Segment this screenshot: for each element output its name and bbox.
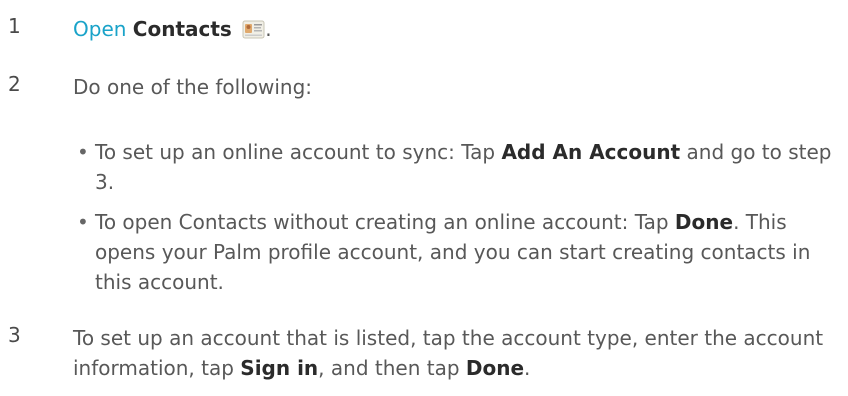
list-item: • To open Contacts without creating an o… — [73, 207, 833, 297]
open-link[interactable]: Open — [73, 17, 126, 41]
step-text-part: , and then tap — [318, 356, 466, 380]
contacts-app-name: Contacts — [132, 17, 232, 41]
contacts-app-icon — [242, 17, 265, 39]
bullet-bold: Add An Account — [501, 140, 681, 164]
step-number: 3 — [8, 323, 21, 347]
step-text-part: . — [524, 356, 531, 380]
step-text: Do one of the following: — [73, 75, 313, 99]
bullet-text: To open Contacts without creating an onl… — [95, 210, 675, 234]
list-item: • To set up an online account to sync: T… — [73, 137, 833, 197]
step-number: 1 — [8, 14, 21, 38]
step-1-period: . — [265, 17, 272, 41]
done-label: Done — [465, 356, 525, 380]
step-text: To set up an account that is listed, tap… — [73, 323, 833, 383]
bullet-icon: • — [77, 140, 89, 164]
bullet-icon: • — [77, 210, 89, 234]
bullet-text: To set up an online account to sync: Tap — [95, 140, 502, 164]
bullet-bold: Done — [674, 210, 734, 234]
step-text: Open Contacts . — [73, 14, 833, 44]
step-number: 2 — [8, 72, 21, 96]
sign-in-label: Sign in — [240, 356, 319, 380]
options-list: • To set up an online account to sync: T… — [73, 137, 833, 307]
